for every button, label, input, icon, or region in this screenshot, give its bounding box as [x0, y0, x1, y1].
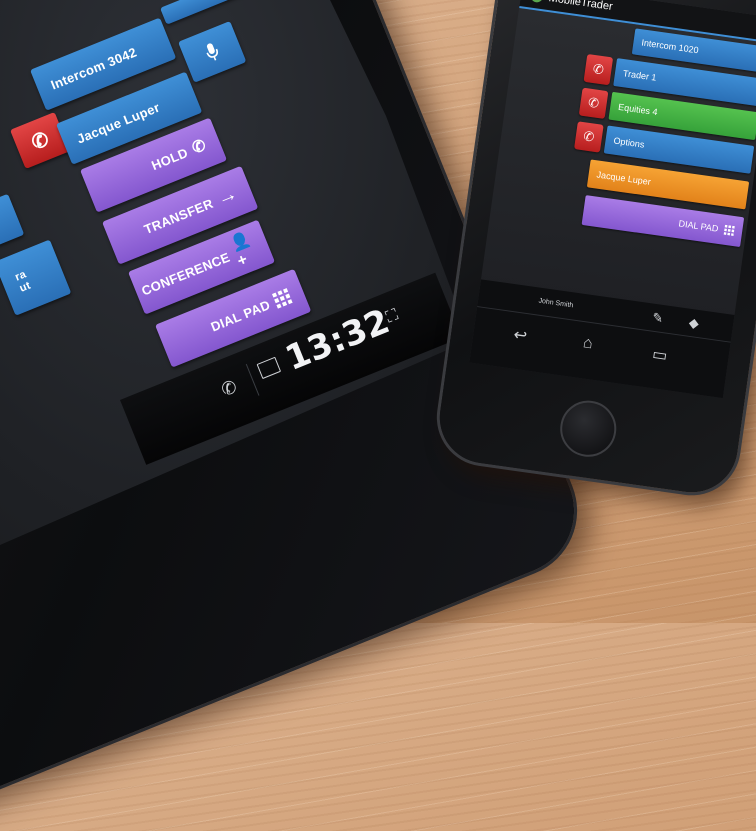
phone-icon: ✆	[591, 60, 605, 78]
keypad-icon	[723, 224, 735, 237]
equities-4-label: Equities 4	[617, 101, 659, 118]
phone-icon: ✆	[28, 127, 53, 155]
home-icon[interactable]: ⌂	[582, 334, 594, 353]
recent-apps-icon[interactable]: ▭	[651, 344, 669, 366]
back-icon[interactable]: ↩	[512, 325, 528, 347]
keypad-icon	[271, 287, 293, 309]
add-user-icon: 👤+	[228, 230, 254, 271]
microphone-icon	[206, 43, 218, 61]
phone-icon: ✆	[218, 376, 240, 401]
phone-bottom-bar: John Smith ✎ ◆ ↩ ⌂ ▭	[469, 279, 735, 399]
hangup-button-3[interactable]: ✆	[574, 121, 604, 153]
phone-device: MobileTrader Intercom 1020 ✆ Trader 1 ✆ …	[433, 0, 756, 499]
phone-home-button[interactable]	[556, 397, 620, 461]
partial-left-label-2: ut	[17, 279, 33, 295]
app-title: MobileTrader	[547, 0, 614, 13]
phone-icon: ✆	[587, 94, 601, 111]
user-name: John Smith	[538, 297, 574, 310]
phone-icon: ✆	[189, 136, 209, 158]
hangup-button-2[interactable]: ✆	[578, 87, 609, 119]
gallery-icon	[256, 356, 282, 380]
dial-pad-label: DIAL PAD	[208, 296, 273, 335]
options-label: Options	[612, 135, 646, 150]
intercom-1020-label: Intercom 1020	[640, 37, 700, 56]
hangup-button-1[interactable]: ✆	[583, 53, 614, 86]
arrow-right-icon: →	[213, 181, 241, 210]
settings-icon[interactable]: ✎	[651, 310, 664, 327]
app-logo-icon	[530, 0, 544, 4]
dial-pad-phone-label: DIAL PAD	[678, 218, 720, 234]
signal-icon: ◆	[688, 314, 701, 332]
hold-label: HOLD	[149, 144, 190, 173]
trader-1-label: Trader 1	[622, 68, 658, 83]
phone-icon: ✆	[582, 128, 596, 145]
phone-screen: MobileTrader Intercom 1020 ✆ Trader 1 ✆ …	[469, 0, 756, 399]
jacque-luper-phone-label: Jacque Luper	[596, 169, 652, 187]
